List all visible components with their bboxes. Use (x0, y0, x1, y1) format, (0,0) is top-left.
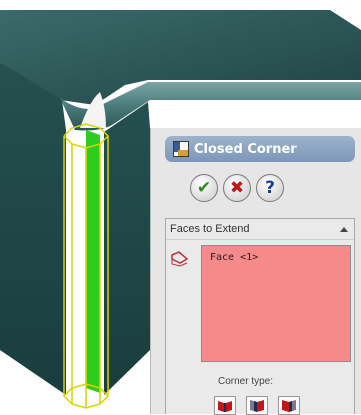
group-title: Faces to Extend (170, 223, 250, 235)
corner-type-overlap-icon (250, 400, 264, 412)
corner-type-overlap-button[interactable] (246, 396, 268, 415)
panel-title-bar[interactable]: Closed Corner (165, 136, 355, 162)
corner-type-butt-button[interactable] (214, 396, 236, 415)
panel-title: Closed Corner (194, 141, 297, 157)
cancel-button[interactable]: ✖ (223, 174, 251, 202)
faces-to-extend-group: Faces to Extend Face <1> Corner type: (165, 218, 355, 415)
help-button[interactable]: ? (256, 174, 284, 202)
selected-face-white[interactable] (72, 130, 86, 393)
left-flange-face[interactable] (0, 62, 66, 395)
x-icon: ✖ (229, 178, 245, 198)
right-flange-face[interactable] (104, 102, 150, 395)
corner-type-label: Corner type: (218, 376, 274, 387)
corner-type-underlap-icon (282, 400, 296, 412)
faces-selection-list[interactable]: Face <1> (201, 245, 351, 362)
selected-face-green[interactable] (86, 130, 100, 393)
face-selection-icon (171, 251, 189, 267)
corner-type-underlap-button[interactable] (278, 396, 300, 415)
corner-type-butt-icon (218, 401, 232, 412)
closed-corner-panel: Closed Corner ✔ ✖ ? Faces to Extend Face… (150, 128, 361, 415)
closed-corner-icon (173, 141, 189, 157)
list-item[interactable]: Face <1> (210, 252, 258, 263)
ok-button[interactable]: ✔ (190, 174, 218, 202)
edge-highlight (63, 123, 110, 409)
collapse-arrow-icon[interactable] (340, 226, 348, 232)
group-header[interactable]: Faces to Extend (166, 219, 354, 240)
question-icon: ? (265, 178, 275, 198)
checkmark-icon: ✔ (196, 178, 212, 198)
